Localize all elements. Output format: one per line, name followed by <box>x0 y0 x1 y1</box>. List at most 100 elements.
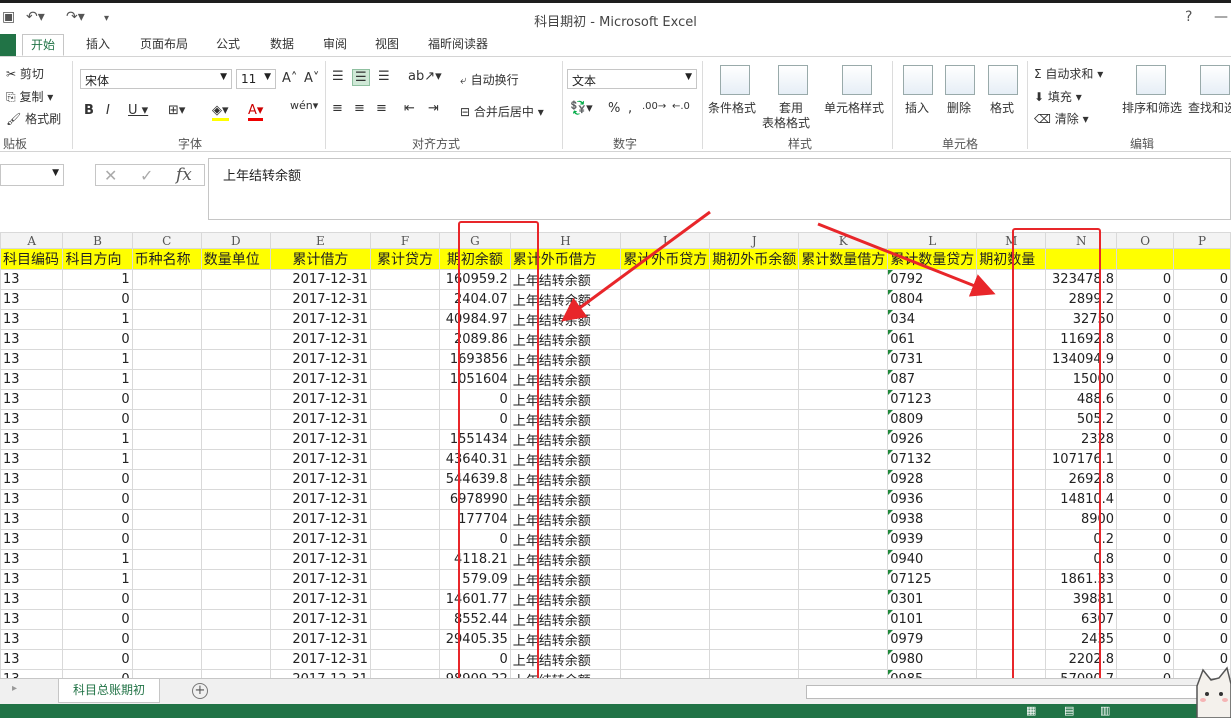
column-header-e[interactable]: E <box>269 232 371 249</box>
cell-d[interactable] <box>200 609 271 630</box>
cell-m[interactable] <box>976 269 1047 290</box>
cell-b[interactable]: 0 <box>62 469 133 490</box>
cell-d[interactable] <box>200 529 271 550</box>
cell-c[interactable] <box>131 449 202 470</box>
cut-button[interactable]: ✂ 剪切 <box>6 65 44 82</box>
cell-m[interactable] <box>976 289 1047 310</box>
cell-i[interactable] <box>620 649 711 670</box>
cell-o[interactable]: 0 <box>1116 269 1175 290</box>
cell-a[interactable]: 13 <box>0 269 64 290</box>
cell-a[interactable]: 13 <box>0 469 64 490</box>
clear-button[interactable]: ⌫ 清除 ▾ <box>1034 110 1089 127</box>
cell-e[interactable]: 2017-12-31 <box>269 329 371 350</box>
cell-k[interactable] <box>798 309 889 330</box>
cell-j[interactable] <box>709 529 800 550</box>
cell-j[interactable] <box>709 309 800 330</box>
cell-c[interactable] <box>131 529 202 550</box>
sort-filter-icon[interactable] <box>1136 65 1166 95</box>
cell-m[interactable] <box>976 449 1047 470</box>
cell-a[interactable]: 13 <box>0 329 64 350</box>
cell-a[interactable]: 13 <box>0 409 64 430</box>
wrap-text-button[interactable]: ⤶ 自动换行 <box>460 71 519 88</box>
cell-styles-button[interactable]: 单元格样式 <box>824 99 884 116</box>
cell-o[interactable]: 0 <box>1116 569 1175 590</box>
cell-c[interactable] <box>131 329 202 350</box>
cell-k[interactable] <box>798 649 889 670</box>
cell-b[interactable]: 1 <box>62 269 133 290</box>
cell-c[interactable] <box>131 489 202 510</box>
tab-page-layout[interactable]: 页面布局 <box>132 34 196 56</box>
cell-m[interactable] <box>976 529 1047 550</box>
cell-d[interactable] <box>200 269 271 290</box>
help-button[interactable]: ? <box>1185 9 1192 25</box>
worksheet-grid[interactable]: ABCDEFGHIJKLMNOP 科目编码 科目方向 币种名称 数量单位 累计借方 累计贷… <box>0 232 1231 678</box>
cell-l[interactable]: 0804 <box>887 289 978 310</box>
cell-d[interactable] <box>200 569 271 590</box>
column-header-b[interactable]: B <box>62 232 133 249</box>
cell-o[interactable]: 0 <box>1116 589 1175 610</box>
format-table-label-2[interactable]: 表格格式 <box>762 114 810 131</box>
cell-k[interactable] <box>798 469 889 490</box>
cell-i[interactable] <box>620 429 711 450</box>
fill-button[interactable]: ⬇ 填充 ▾ <box>1034 88 1082 105</box>
cell-c[interactable] <box>131 549 202 570</box>
cell-j[interactable] <box>709 469 800 490</box>
cell-d[interactable] <box>200 289 271 310</box>
cell-k[interactable] <box>798 609 889 630</box>
cell-l[interactable]: 0928 <box>887 469 978 490</box>
cell-l[interactable]: 087 <box>887 369 978 390</box>
cell-f[interactable] <box>369 509 441 530</box>
cell-k[interactable] <box>798 529 889 550</box>
cell-c[interactable] <box>131 609 202 630</box>
cell-e[interactable]: 2017-12-31 <box>269 369 371 390</box>
cell-c[interactable] <box>131 569 202 590</box>
align-bottom-icon[interactable]: ☰ <box>378 69 390 84</box>
cell-m[interactable] <box>976 369 1047 390</box>
cell-l[interactable]: 0940 <box>887 549 978 570</box>
cell-n[interactable]: 134094.9 <box>1045 349 1118 370</box>
conditional-format-icon[interactable] <box>720 65 750 95</box>
cell-b[interactable]: 0 <box>62 629 133 650</box>
cell-o[interactable]: 0 <box>1116 529 1175 550</box>
cell-a[interactable]: 13 <box>0 649 64 670</box>
cell-l[interactable]: 0731 <box>887 349 978 370</box>
page-break-view-icon[interactable]: ▥ <box>1100 704 1110 718</box>
cell-o[interactable]: 0 <box>1116 329 1175 350</box>
cell-l[interactable]: 0301 <box>887 589 978 610</box>
column-header-i[interactable]: I <box>620 232 711 249</box>
cell-g[interactable]: 4118.21 <box>439 549 511 570</box>
cell-o[interactable]: 0 <box>1116 649 1175 670</box>
column-header-h[interactable]: H <box>509 232 622 249</box>
cell-l[interactable]: 034 <box>887 309 978 330</box>
cell-i[interactable] <box>620 629 711 650</box>
border-icon[interactable]: ⊞▾ <box>168 103 185 118</box>
normal-view-icon[interactable]: ▦ <box>1026 704 1036 718</box>
cell-h[interactable]: 上年结转余额 <box>509 369 622 390</box>
cell-g[interactable]: 6978990 <box>439 489 511 510</box>
cell-e[interactable]: 2017-12-31 <box>269 289 371 310</box>
autosum-button[interactable]: Σ 自动求和 ▾ <box>1034 65 1103 82</box>
cell-d[interactable] <box>200 489 271 510</box>
cell-d[interactable] <box>200 369 271 390</box>
cell-k[interactable] <box>798 409 889 430</box>
cell-b[interactable]: 0 <box>62 649 133 670</box>
cell-n[interactable]: 2202.8 <box>1045 649 1118 670</box>
cell-p[interactable]: 0 <box>1173 469 1231 490</box>
cell-a[interactable]: 13 <box>0 289 64 310</box>
cell-b[interactable]: 1 <box>62 549 133 570</box>
cell-g[interactable]: 0 <box>439 529 511 550</box>
cell-l[interactable]: 07125 <box>887 569 978 590</box>
cell-h[interactable]: 上年结转余额 <box>509 329 622 350</box>
conditional-format-button[interactable]: 条件格式 <box>708 99 756 116</box>
cell-k[interactable] <box>798 269 889 290</box>
orientation-icon[interactable]: ab↗▾ <box>408 69 442 84</box>
find-select-button[interactable]: 查找和选 <box>1188 99 1231 116</box>
cell-o[interactable]: 0 <box>1116 489 1175 510</box>
cell-h[interactable]: 上年结转余额 <box>509 449 622 470</box>
cell-o[interactable]: 0 <box>1116 389 1175 410</box>
cell-g[interactable]: 1551434 <box>439 429 511 450</box>
cell-n[interactable]: 1861.33 <box>1045 569 1118 590</box>
cell-n[interactable]: 15000 <box>1045 369 1118 390</box>
insert-function-icon[interactable]: fx <box>176 165 192 185</box>
cell-f[interactable] <box>369 629 441 650</box>
